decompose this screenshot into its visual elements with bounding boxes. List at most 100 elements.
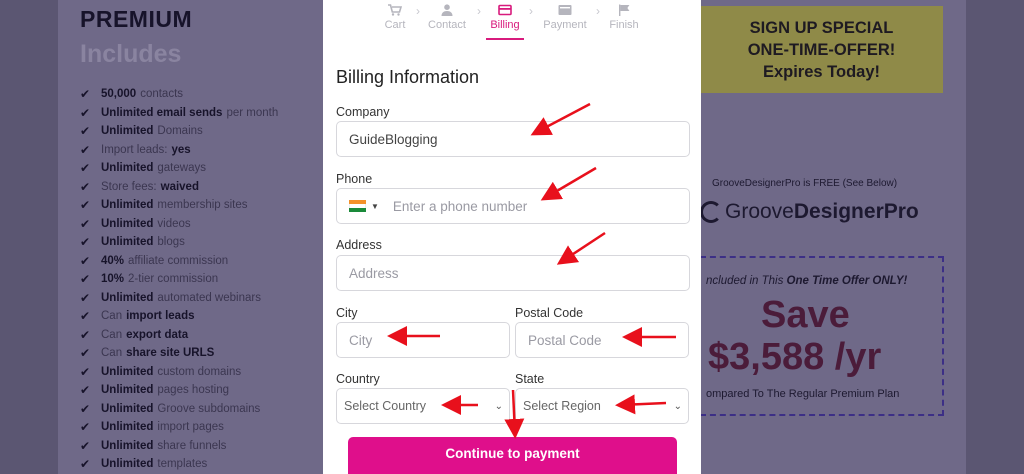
company-input[interactable]: GuideBlogging	[336, 121, 690, 157]
feature-item: ✔ Unlimited templates	[80, 455, 278, 474]
feature-text: automated webinars	[157, 291, 261, 304]
savings-included-prefix: ncluded in This	[706, 275, 787, 287]
feature-bold: Unlimited	[101, 439, 154, 452]
country-code-dropdown-icon[interactable]: ▼	[371, 202, 379, 211]
gdp-logo: Groove DesignerPro	[700, 200, 919, 224]
feature-text: Domains	[157, 125, 203, 138]
country-select[interactable]: Select Country ⌄	[336, 388, 510, 424]
feature-item: ✔ 10% 2-tier commission	[80, 270, 278, 289]
phone-input[interactable]: ▼ Enter a phone number	[336, 188, 690, 224]
step-payment-label: Payment	[543, 19, 587, 31]
feature-item: ✔ Unlimited custom domains	[80, 363, 278, 382]
feature-item: ✔ Unlimited gateways	[80, 159, 278, 178]
chevron-down-icon: ⌄	[494, 400, 503, 412]
phone-placeholder: Enter a phone number	[392, 198, 528, 214]
feature-text: Can	[101, 347, 123, 360]
feature-bold: 40%	[101, 254, 125, 267]
feature-item: ✔ Unlimited share funnels	[80, 437, 278, 456]
feature-text: Store fees:	[101, 180, 157, 193]
india-flag-icon[interactable]	[349, 200, 366, 212]
feature-text: per month	[226, 106, 279, 119]
feature-text: templates	[157, 458, 208, 471]
feature-bold: Unlimited	[101, 162, 154, 175]
chevron-right-icon: ›	[477, 4, 481, 18]
step-finish[interactable]: Finish	[607, 4, 641, 31]
step-contact-label: Contact	[428, 19, 466, 31]
country-selected-value: Select Country	[344, 399, 426, 413]
checkout-modal: Cart › Contact › Billing › Payment › Fin…	[323, 0, 701, 474]
step-billing[interactable]: Billing	[486, 4, 524, 40]
check-icon: ✔	[80, 161, 91, 176]
check-icon: ✔	[80, 235, 91, 250]
postal-code-input[interactable]: Postal Code	[515, 322, 689, 358]
check-icon: ✔	[80, 290, 91, 305]
feature-bold: Unlimited	[101, 199, 154, 212]
chevron-right-icon: ›	[529, 4, 533, 18]
feature-item: ✔ Unlimited Domains	[80, 122, 278, 141]
gdp-logo-text-bold: DesignerPro	[793, 200, 919, 223]
feature-item: ✔ Unlimited videos	[80, 215, 278, 234]
feature-bold: share site URLS	[126, 347, 215, 360]
user-icon	[441, 4, 453, 16]
step-finish-label: Finish	[609, 19, 639, 31]
chevron-right-icon: ›	[416, 4, 420, 18]
check-icon: ✔	[80, 179, 91, 194]
gdp-logo-text: Groove	[725, 200, 794, 223]
feature-text: videos	[157, 217, 191, 230]
billing-information-title: Billing Information	[336, 67, 480, 87]
check-icon: ✔	[80, 383, 91, 398]
flag-icon	[619, 4, 630, 16]
feature-item: ✔ Unlimited Groove subdomains	[80, 400, 278, 419]
continue-to-payment-button[interactable]: Continue to payment	[348, 437, 677, 474]
step-cart-label: Cart	[384, 19, 406, 31]
feature-bold: Unlimited	[101, 125, 154, 138]
feature-item: ✔ Store fees: waived	[80, 178, 278, 197]
credit-card-icon	[498, 4, 512, 16]
check-icon: ✔	[80, 105, 91, 120]
city-input[interactable]: City	[336, 322, 510, 358]
check-icon: ✔	[80, 124, 91, 139]
state-select[interactable]: Select Region ⌄	[515, 388, 689, 424]
savings-included-text: ncluded in This One Time Offer ONLY!	[706, 275, 907, 287]
savings-heading: Save	[761, 294, 850, 336]
feature-item: ✔ 40% affiliate commission	[80, 252, 278, 271]
active-step-underline	[486, 38, 524, 40]
feature-item: ✔ Unlimited automated webinars	[80, 289, 278, 308]
phone-label: Phone	[336, 172, 373, 186]
checkout-steps: Cart › Contact › Billing › Payment › Fin…	[323, 0, 701, 44]
page-edge-right	[966, 0, 1024, 474]
feature-bold: Unlimited	[101, 458, 154, 471]
feature-text: affiliate commission	[128, 254, 229, 267]
feature-text: Can	[101, 310, 123, 323]
step-cart[interactable]: Cart	[383, 4, 407, 31]
offer-line-2: ONE-TIME-OFFER!	[747, 40, 896, 59]
feature-bold: yes	[171, 143, 191, 156]
feature-item: ✔ Unlimited blogs	[80, 233, 278, 252]
check-icon: ✔	[80, 216, 91, 231]
feature-bold: 50,000	[101, 88, 137, 101]
country-label: Country	[336, 372, 380, 386]
feature-text: share funnels	[157, 439, 227, 452]
feature-item: ✔ Import leads: yes	[80, 141, 278, 160]
feature-text: membership sites	[157, 199, 248, 212]
feature-text: gateways	[157, 162, 206, 175]
feature-bold: Unlimited	[101, 291, 154, 304]
feature-bold: Unlimited	[101, 421, 154, 434]
feature-text: 2-tier commission	[128, 273, 219, 286]
feature-text: Groove subdomains	[157, 402, 261, 415]
state-selected-value: Select Region	[523, 399, 601, 413]
feature-item: ✔ 50,000 contacts	[80, 85, 278, 104]
feature-item: ✔ Can export data	[80, 326, 278, 345]
feature-text: blogs	[157, 236, 185, 249]
feature-bold: 10%	[101, 273, 125, 286]
step-payment[interactable]: Payment	[541, 4, 589, 31]
feature-bold: Unlimited	[101, 402, 154, 415]
check-icon: ✔	[80, 253, 91, 268]
address-input[interactable]: Address	[336, 255, 690, 291]
check-icon: ✔	[80, 346, 91, 361]
feature-item: ✔ Can share site URLS	[80, 344, 278, 363]
premium-subtitle: Includes	[80, 40, 182, 68]
feature-bold: import leads	[126, 310, 195, 323]
step-contact[interactable]: Contact	[426, 4, 468, 31]
chevron-right-icon: ›	[596, 4, 600, 18]
